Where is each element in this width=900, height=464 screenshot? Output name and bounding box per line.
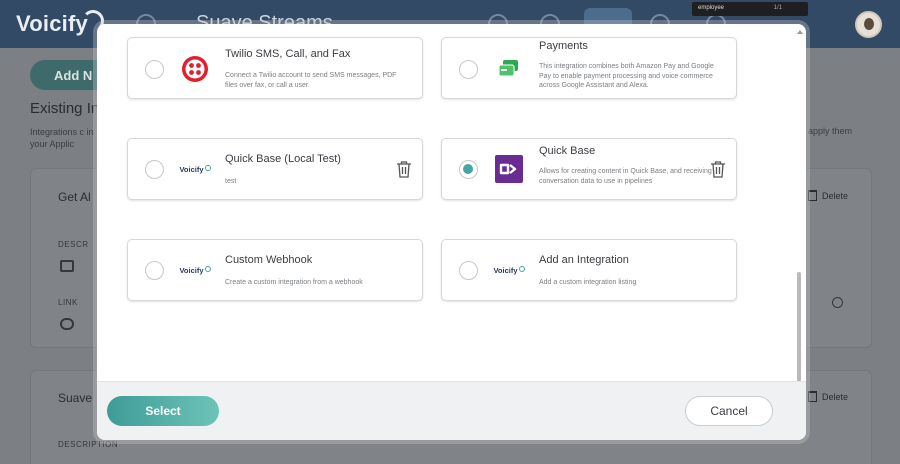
- radio-button[interactable]: [145, 160, 164, 179]
- integration-card-quickbase-local[interactable]: Voicify Quick Base (Local Test) test: [127, 138, 423, 200]
- voicify-logo: Voicify: [16, 11, 88, 36]
- integration-title: Payments: [539, 40, 588, 52]
- scroll-up-arrow-icon[interactable]: [797, 30, 803, 34]
- integration-description: Allows for creating content in Quick Bas…: [539, 168, 712, 185]
- integration-card-twilio[interactable]: Twilio SMS, Call, and Fax Connect a Twil…: [127, 37, 423, 99]
- section-description: Integrations c in your Applic: [30, 127, 94, 149]
- integration-title: Add an Integration: [539, 254, 629, 266]
- integration-title: Twilio SMS, Call, and Fax: [225, 48, 351, 60]
- integration-list[interactable]: Twilio SMS, Call, and Fax Connect a Twil…: [97, 24, 806, 381]
- modal-footer: Select Cancel: [97, 381, 806, 440]
- radio-button[interactable]: [145, 261, 164, 280]
- payments-card-icon: [490, 54, 528, 84]
- trash-icon[interactable]: [808, 190, 817, 201]
- integration-description: test: [225, 178, 237, 185]
- cancel-button[interactable]: Cancel: [685, 396, 773, 426]
- quickbase-icon: [490, 154, 528, 184]
- integration-card-custom-webhook[interactable]: Voicify Custom Webhook Create a custom i…: [127, 239, 423, 301]
- bg-card-title: Suave: [58, 391, 93, 405]
- integration-title: Quick Base: [539, 145, 596, 157]
- link-icon: [60, 318, 74, 330]
- integration-card-payments[interactable]: Payments This integration combines both …: [441, 37, 737, 99]
- select-button[interactable]: Select: [107, 396, 219, 426]
- integration-card-quickbase[interactable]: Quick Base Allows for creating content i…: [441, 138, 737, 200]
- select-integration-modal: Twilio SMS, Call, and Fax Connect a Twil…: [97, 24, 806, 440]
- trash-icon[interactable]: [396, 160, 412, 178]
- twilio-icon: [176, 54, 214, 84]
- voicify-logo-text: Voicify: [179, 265, 204, 275]
- browser-find-bar[interactable]: employee 1/1: [692, 2, 808, 16]
- voicify-logo-icon: Voicify: [176, 154, 214, 184]
- trash-icon[interactable]: [710, 160, 726, 178]
- radio-button[interactable]: [459, 60, 478, 79]
- radio-button-selected[interactable]: [459, 160, 478, 179]
- bg-delete-link[interactable]: Delete: [822, 191, 848, 201]
- integration-description: This integration combines both Amazon Pa…: [539, 63, 714, 89]
- modal-scrollbar[interactable]: [797, 30, 803, 381]
- section-description-right: apply them: [808, 126, 853, 136]
- scrollbar-thumb[interactable]: [797, 272, 801, 381]
- integration-card-add-integration[interactable]: Voicify Add an Integration Add a custom …: [441, 239, 737, 301]
- find-count: 1/1: [773, 5, 782, 11]
- existing-integrations-heading: Existing In: [30, 100, 100, 117]
- trash-icon[interactable]: [808, 391, 817, 402]
- bg-desc-label: DESCR: [58, 240, 89, 249]
- help-icon[interactable]: [832, 297, 843, 308]
- voicify-logo-icon: Voicify: [490, 255, 528, 285]
- bg-link-label: LINK: [58, 298, 78, 307]
- user-avatar[interactable]: [855, 11, 882, 38]
- voicify-logo-icon: Voicify: [176, 255, 214, 285]
- integration-title: Custom Webhook: [225, 254, 313, 266]
- integration-description: Add a custom integration listing: [539, 279, 637, 286]
- bg-desc-label: DESCRIPTION: [58, 440, 119, 449]
- integration-title: Quick Base (Local Test): [225, 153, 341, 165]
- integration-description: Connect a Twilio account to send SMS mes…: [225, 72, 397, 89]
- radio-button[interactable]: [145, 60, 164, 79]
- voicify-logo-text: Voicify: [493, 265, 518, 275]
- bg-delete-link[interactable]: Delete: [822, 392, 848, 402]
- voicify-logo-text: Voicify: [179, 164, 204, 174]
- radio-button[interactable]: [459, 261, 478, 280]
- integration-description: Create a custom integration from a webho…: [225, 279, 363, 286]
- document-icon: [60, 260, 74, 272]
- bg-card-title: Get Al: [58, 190, 91, 204]
- find-input[interactable]: employee: [698, 5, 724, 11]
